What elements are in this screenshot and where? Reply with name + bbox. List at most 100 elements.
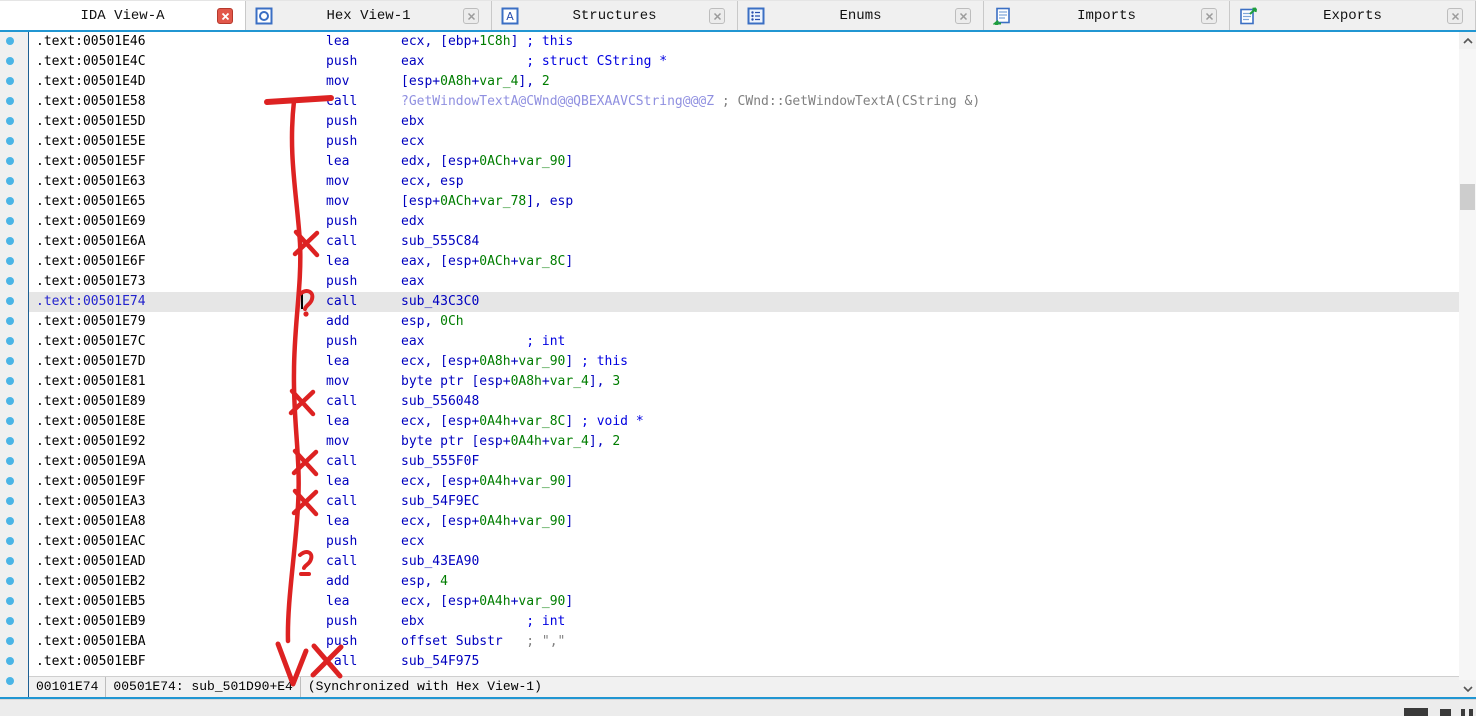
operand-segment: 2 [542, 74, 550, 89]
code-line[interactable]: .text:00501E89callsub_556048 [29, 392, 1459, 412]
tab-hex-view-1[interactable]: Hex View-1 [246, 1, 492, 31]
tab-ida-view-a[interactable]: IDA View-A [0, 1, 246, 31]
line-dot-icon [6, 37, 14, 45]
mnemonic: call [326, 292, 401, 312]
line-dot-icon [6, 677, 14, 685]
operands: ebx [401, 112, 1459, 132]
line-dot-icon [6, 597, 14, 605]
close-icon[interactable] [1201, 8, 1217, 24]
address: .text:00501E9F [36, 472, 326, 492]
operands: ecx [401, 532, 1459, 552]
operand-segment: ; struct CString * [526, 54, 667, 69]
operand-segment: ] [565, 254, 573, 269]
code-line[interactable]: .text:00501E79addesp, 0Ch [29, 312, 1459, 332]
code-line[interactable]: .text:00501EB5leaecx, [esp+0A4h+var_90] [29, 592, 1459, 612]
line-dot-icon [6, 577, 14, 585]
line-dot-icon [6, 177, 14, 185]
scroll-down-icon[interactable] [1459, 680, 1476, 697]
code-line[interactable]: .text:00501E63movecx, esp [29, 172, 1459, 192]
code-line[interactable]: .text:00501E5Dpushebx [29, 112, 1459, 132]
close-icon[interactable] [709, 8, 725, 24]
code-line[interactable]: .text:00501EB9pushebx ; int [29, 612, 1459, 632]
code-line[interactable]: .text:00501E65mov[esp+0ACh+var_78], esp [29, 192, 1459, 212]
vertical-scrollbar[interactable] [1459, 32, 1476, 697]
code-line[interactable]: .text:00501E73pusheax [29, 272, 1459, 292]
address: .text:00501E8E [36, 412, 326, 432]
operand-segment: ; void * [581, 414, 644, 429]
code-line[interactable]: .text:00501E5Epushecx [29, 132, 1459, 152]
code-line[interactable]: .text:00501E5Fleaedx, [esp+0ACh+var_90] [29, 152, 1459, 172]
code-line[interactable]: .text:00501EBApushoffset Substr ; "," [29, 632, 1459, 652]
code-line[interactable]: .text:00501E7Dleaecx, [esp+0A8h+var_90] … [29, 352, 1459, 372]
tab-exports[interactable]: Exports [1230, 1, 1476, 31]
close-icon[interactable] [463, 8, 479, 24]
code-line[interactable]: .text:00501E69pushedx [29, 212, 1459, 232]
code-line[interactable]: .text:00501EA8leaecx, [esp+0A4h+var_90] [29, 512, 1459, 532]
tab-enums[interactable]: Enums [738, 1, 984, 31]
close-icon[interactable] [217, 8, 233, 24]
hex-view-icon [255, 7, 273, 25]
tab-structures[interactable]: A Structures [492, 1, 738, 31]
code-line[interactable]: .text:00501E4Dmov[esp+0A8h+var_4], 2 [29, 72, 1459, 92]
line-dot-icon [6, 497, 14, 505]
operand-segment: ], [589, 434, 612, 449]
code-line[interactable]: .text:00501E58call?GetWindowTextA@CWnd@@… [29, 92, 1459, 112]
code-line[interactable]: .text:00501E4Cpusheax ; struct CString * [29, 52, 1459, 72]
code-line[interactable]: .text:00501EB2addesp, 4 [29, 572, 1459, 592]
operand-segment: 0A4h [511, 434, 542, 449]
line-dot-icon [6, 357, 14, 365]
close-icon[interactable] [1447, 8, 1463, 24]
operand-segment: offset Substr [401, 634, 526, 649]
operand-segment: ] [565, 594, 573, 609]
code-line[interactable]: .text:00501E9Fleaecx, [esp+0A4h+var_90] [29, 472, 1459, 492]
operand-segment: ecx, [esp+ [401, 354, 479, 369]
code-line[interactable]: .text:00501E46leaecx, [ebp+1C8h] ; this [29, 32, 1459, 52]
operand-segment: 0A8h [440, 74, 471, 89]
tab-imports[interactable]: Imports [984, 1, 1230, 31]
mnemonic: push [326, 632, 401, 652]
mnemonic: call [326, 452, 401, 472]
scrollbar-thumb[interactable] [1460, 184, 1475, 210]
mnemonic: mov [326, 172, 401, 192]
address: .text:00501EAD [36, 552, 326, 572]
line-dot-icon [6, 217, 14, 225]
code-line[interactable]: .text:00501EBFcallsub_54F975 [29, 652, 1459, 672]
code-line[interactable]: .text:00501E7Cpusheax ; int [29, 332, 1459, 352]
line-dot-icon [6, 197, 14, 205]
mnemonic: push [326, 332, 401, 352]
code-line[interactable]: .text:00501E8Eleaecx, [esp+0A4h+var_8C] … [29, 412, 1459, 432]
operands: ebx ; int [401, 612, 1459, 632]
operand-segment: var_4 [550, 434, 589, 449]
code-line[interactable]: .text:00501E6Fleaeax, [esp+0ACh+var_8C] [29, 252, 1459, 272]
code-line[interactable]: .text:00501E92movbyte ptr [esp+0A4h+var_… [29, 432, 1459, 452]
operand-segment: 0A4h [479, 414, 510, 429]
operand-segment: var_90 [518, 154, 565, 169]
line-dot-icon [6, 617, 14, 625]
code-line[interactable]: .text:00501EA3callsub_54F9EC [29, 492, 1459, 512]
code-line[interactable]: .text:00501EADcallsub_43EA90 [29, 552, 1459, 572]
line-dot-icon [6, 237, 14, 245]
tab-bar: IDA View-A Hex View-1 A Structures [0, 0, 1476, 30]
operand-segment: ?GetWindowTextA@CWnd@@QBEXAAVCString@@@Z [401, 94, 714, 109]
address: .text:00501E7D [36, 352, 326, 372]
enums-icon [747, 7, 765, 25]
mnemonic: push [326, 52, 401, 72]
code-line[interactable]: .text:00501E81movbyte ptr [esp+0A8h+var_… [29, 372, 1459, 392]
operands: ecx, [esp+0A4h+var_8C] ; void * [401, 412, 1459, 432]
operand-segment: 0A8h [511, 374, 542, 389]
mnemonic: lea [326, 512, 401, 532]
address: .text:00501E89 [36, 392, 326, 412]
code-line[interactable]: .text:00501E6Acallsub_555C84 [29, 232, 1459, 252]
operands: eax [401, 272, 1459, 292]
code-line[interactable]: .text:00501E74callsub_43C3C0 [29, 292, 1459, 312]
operand-segment: ecx, [esp+ [401, 414, 479, 429]
code-line[interactable]: .text:00501EACpushecx [29, 532, 1459, 552]
operands: ecx [401, 132, 1459, 152]
close-icon[interactable] [955, 8, 971, 24]
scroll-up-icon[interactable] [1459, 32, 1476, 49]
address: .text:00501EBF [36, 652, 326, 672]
operand-segment: 4 [440, 574, 448, 589]
code-line[interactable]: .text:00501E9Acallsub_555F0F [29, 452, 1459, 472]
address: .text:00501E79 [36, 312, 326, 332]
operand-segment: ; this [581, 354, 628, 369]
